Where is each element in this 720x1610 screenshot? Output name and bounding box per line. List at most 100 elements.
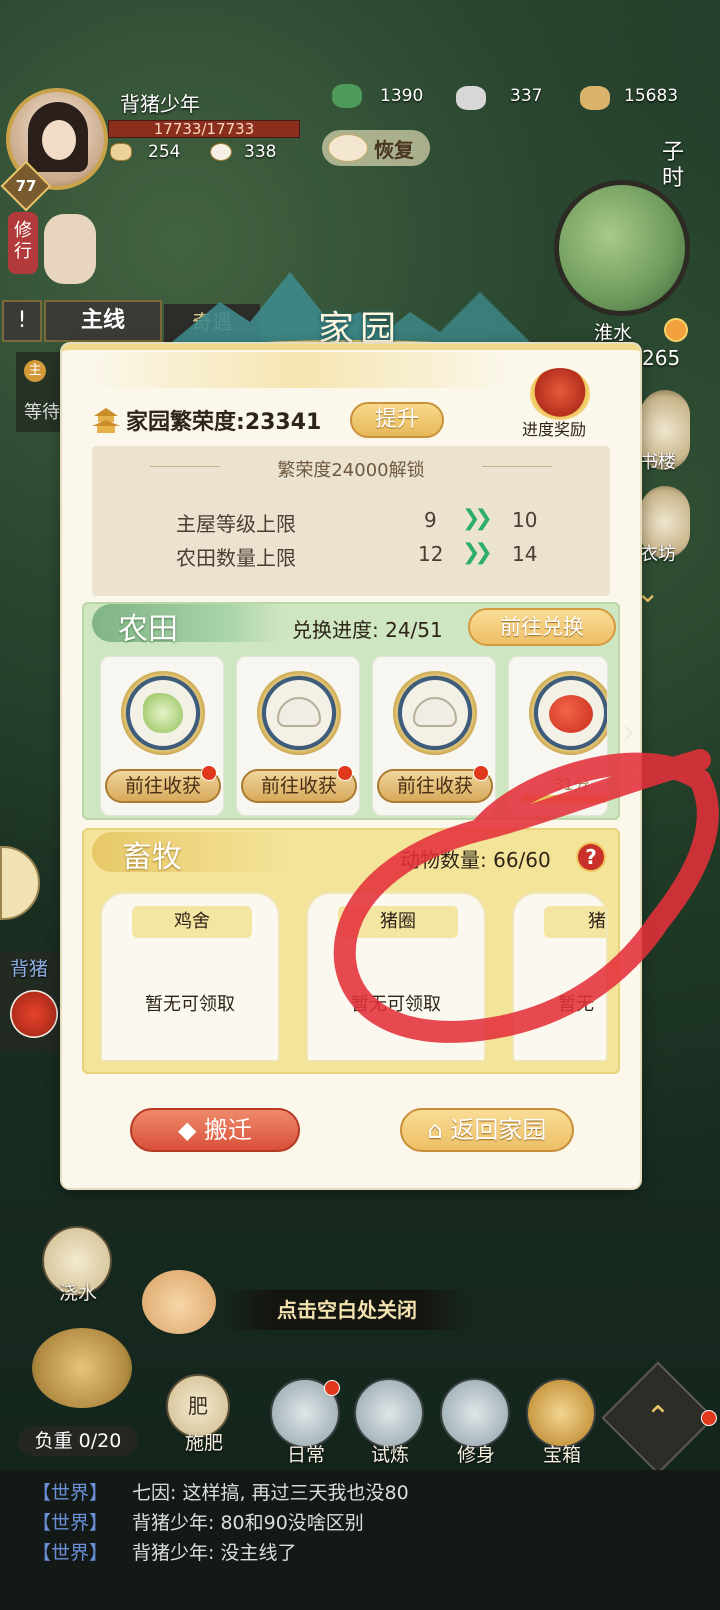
cultivation-label: 修身 (456, 1444, 495, 1466)
cultivation-button[interactable] (440, 1378, 510, 1448)
farm-card[interactable]: 前往收获 (372, 656, 496, 816)
progress-reward-label[interactable]: 进度奖励 (522, 416, 586, 440)
daily-label: 日常 (286, 1444, 325, 1466)
treasure-chest-label: 宝箱 (542, 1444, 581, 1466)
house-icon: ⌂ (427, 1116, 451, 1144)
scroll-right-arrow[interactable]: › (622, 712, 648, 752)
go-exchange-button[interactable]: 前往兑换 (468, 608, 616, 646)
resource-silver: 337 (510, 86, 543, 106)
harvest-button[interactable]: 前往收获 (241, 765, 357, 803)
chat-text: 背猪少年: 没主线了 (132, 1542, 297, 1564)
jade-icon[interactable] (332, 84, 362, 108)
reward-bag-icon[interactable] (530, 368, 590, 420)
notification-dot (324, 1380, 340, 1396)
farm-title: 农田 (118, 612, 178, 647)
resource-jade: 1390 (380, 86, 424, 106)
notification-dot (201, 765, 217, 781)
crop-timer: 31分 (553, 775, 590, 794)
double-arrow-icon: ❯❯ (462, 506, 493, 531)
companion-character[interactable] (44, 214, 96, 284)
sun-icon (664, 318, 688, 342)
tab-main-quest[interactable]: 主线 (44, 300, 162, 342)
quest-peek-text: 等待 (24, 402, 60, 423)
pen-card-pig[interactable]: 猪圈 暂无可领取 (306, 892, 486, 1062)
unlock-row-label: 农田数量上限 (176, 546, 296, 570)
unlock-row-label: 主屋等级上限 (176, 512, 296, 536)
double-arrow-icon: ❯❯ (462, 540, 493, 565)
return-home-button[interactable]: ⌂ 返回家园 (400, 1108, 574, 1152)
time-label: 子时 (662, 140, 685, 191)
bun-icon (210, 143, 232, 161)
silver-ingot-icon[interactable] (456, 86, 486, 110)
minimap[interactable] (554, 180, 690, 316)
prosperity-label: 家园繁荣度:23341 (126, 404, 321, 436)
prosperity-value: 23341 (244, 410, 322, 435)
harvest-label: 前往收获 (396, 775, 473, 797)
world-chat[interactable]: 【世界】 七因: 这样搞, 再过三天我也没80 【世界】 背猪少年: 80和90没啥… (0, 1470, 720, 1610)
daily-button[interactable] (270, 1378, 340, 1448)
harvest-button[interactable]: 前往收获 (377, 765, 493, 803)
trial-label: 试炼 (370, 1444, 409, 1466)
cultivate-button[interactable]: 修行 (8, 212, 38, 274)
treasure-chest-button[interactable] (526, 1378, 596, 1448)
unlock-row-to: 10 (512, 508, 538, 532)
quest-peek[interactable]: 主 等待 (16, 352, 66, 432)
library-label: 书楼 (640, 452, 676, 473)
upgrade-button[interactable]: 提升 (350, 402, 444, 438)
unlock-title: 繁荣度24000解锁 (277, 460, 425, 481)
quest-alert-tab[interactable]: ! (2, 300, 42, 342)
return-home-label: 返回家园 (450, 1116, 547, 1144)
water-label: 浇水 (58, 1282, 97, 1304)
vegetable-cart-icon[interactable] (32, 1328, 132, 1408)
tailor-label: 衣坊 (640, 544, 676, 565)
pen-card-partial[interactable]: 猪 暂无 (512, 892, 608, 1062)
tomato-icon (10, 990, 58, 1038)
quest-main-icon: 主 (24, 360, 46, 382)
pig-character[interactable] (142, 1270, 216, 1334)
player-stat-b: 338 (244, 142, 277, 162)
chat-message: 【世界】 背猪少年: 没主线了 (32, 1538, 296, 1565)
pen-name: 猪 (544, 906, 606, 938)
chat-channel: 【世界】 (32, 1512, 109, 1534)
relocate-label: 搬迁 (204, 1116, 253, 1144)
left-player-card[interactable]: 背猪 (0, 952, 62, 1052)
player-level: 77 (15, 177, 37, 195)
farm-card[interactable]: 31分 (508, 656, 608, 816)
relocate-button[interactable]: ◆ 搬迁 (130, 1108, 300, 1152)
hp-bar: 17733/17733 (108, 120, 300, 138)
crop-growth-fill (521, 795, 606, 803)
chat-text: 背猪少年: 80和90没啥区别 (132, 1512, 364, 1534)
teacup-icon (110, 143, 132, 161)
pasture-title: 畜牧 (122, 840, 182, 875)
harvest-label: 前往收获 (124, 775, 201, 797)
help-icon[interactable]: ? (576, 842, 606, 872)
pen-status: 暂无可领取 (351, 994, 441, 1015)
mushroom-icon (257, 671, 341, 755)
chat-message: 【世界】 背猪少年: 80和90没啥区别 (32, 1508, 364, 1535)
left-player-name: 背猪 (10, 958, 49, 980)
animal-count-label: 动物数量: (400, 848, 487, 872)
mushroom-icon (393, 671, 477, 755)
harvest-button[interactable]: 前往收获 (105, 765, 221, 803)
unlock-row-to: 14 (512, 542, 538, 566)
farm-card[interactable]: 前往收获 (100, 656, 224, 816)
panel-title: 家园 (317, 309, 402, 350)
trial-button[interactable] (354, 1378, 424, 1448)
animal-count-value: 66/60 (493, 848, 551, 872)
coins-icon[interactable] (580, 86, 610, 110)
exchange-progress: 兑换进度: 24/51 (292, 614, 443, 643)
gold-cloud-decoration (90, 352, 510, 388)
chevron-down-icon[interactable]: ⌄ (636, 576, 676, 616)
pen-name: 猪圈 (338, 906, 458, 938)
tap-to-close-hint: 点击空白处关闭 (222, 1290, 472, 1330)
notification-dot (337, 765, 353, 781)
unlock-row-from: 12 (418, 542, 444, 566)
pen-card-chicken[interactable]: 鸡舍 暂无可领取 (100, 892, 280, 1062)
player-name: 背猪少年 (120, 92, 200, 116)
farm-card[interactable]: 前往收获 (236, 656, 360, 816)
dumpling-icon (328, 134, 368, 162)
side-number: 265 (642, 346, 681, 370)
pen-status: 暂无 (558, 994, 594, 1015)
recover-button[interactable]: 恢复 (322, 130, 430, 166)
exchange-progress-label: 兑换进度: (292, 618, 379, 642)
